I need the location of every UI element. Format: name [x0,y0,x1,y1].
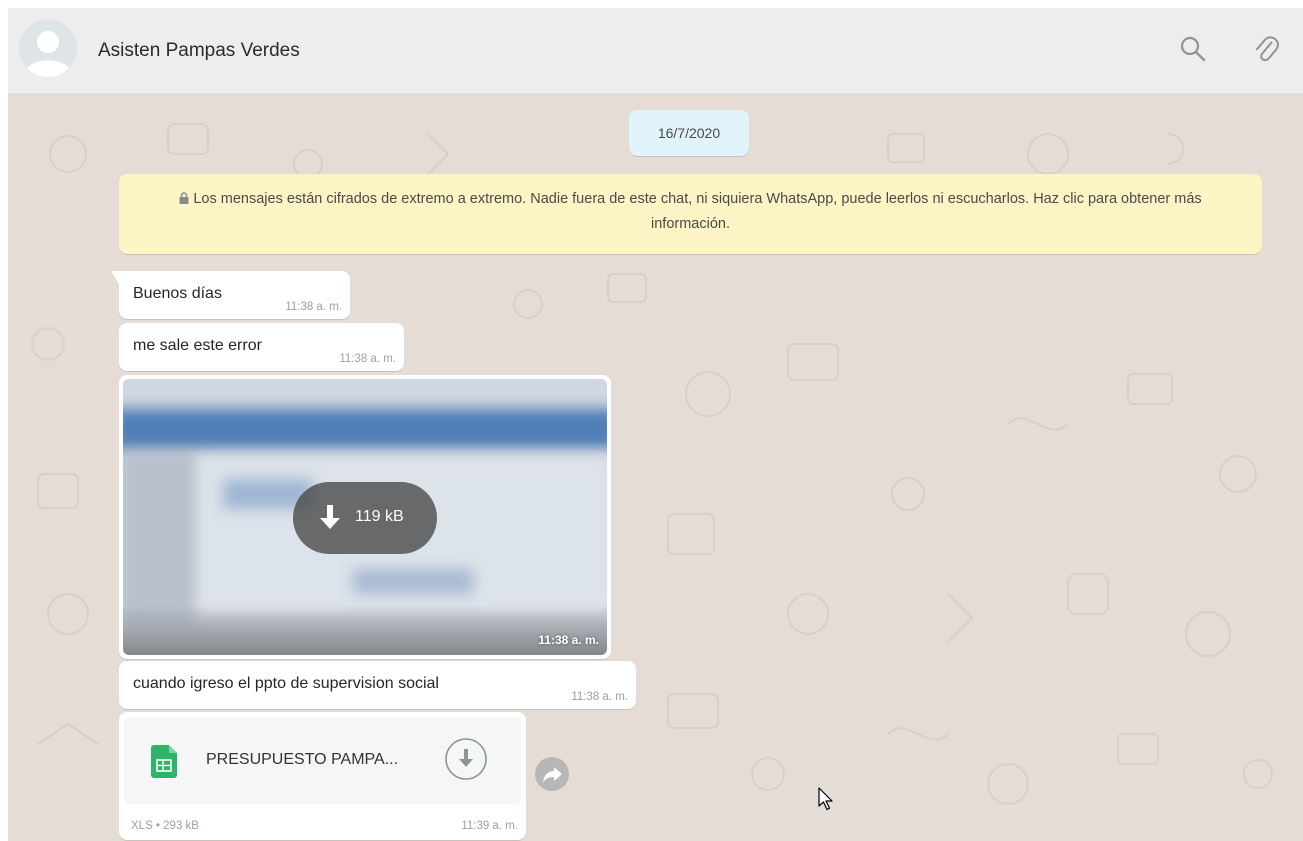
forward-button[interactable] [535,757,569,791]
document-message[interactable]: PRESUPUESTO PAMPA... XLS • 293 kB 11:39 … [119,712,526,840]
message-bubble[interactable]: me sale este error 11:38 a. m. [119,323,404,371]
whatsapp-chat-window: Asisten Pampas Verdes 16/7/2020 Los mens… [8,8,1303,841]
blurred-image-preview[interactable]: 119 kB 11:38 a. m. [123,379,607,655]
document-card[interactable]: PRESUPUESTO PAMPA... [124,717,521,804]
encryption-notice[interactable]: Los mensajes están cifrados de extremo a… [119,174,1262,254]
document-download-icon[interactable] [444,737,488,781]
chat-header: Asisten Pampas Verdes [8,8,1303,94]
default-avatar-icon [19,19,77,77]
message-bubble[interactable]: Buenos días 11:38 a. m. [111,271,350,319]
image-size-label: 119 kB [355,508,404,525]
bubble-tail [111,271,119,284]
contact-avatar[interactable] [19,19,77,77]
message-time: 11:38 a. m. [285,301,342,313]
xls-file-icon [151,745,177,778]
message-text: me sale este error [133,337,262,354]
date-separator: 16/7/2020 [629,110,749,156]
document-meta: XLS • 293 kB [131,820,199,832]
forward-icon [543,767,562,783]
contact-name[interactable]: Asisten Pampas Verdes [98,40,300,62]
attach-icon[interactable] [1251,34,1281,64]
download-arrow-icon [320,505,340,529]
chat-background: 16/7/2020 Los mensajes están cifrados de… [8,94,1303,841]
image-bottom-gradient [123,605,607,655]
search-icon[interactable] [1178,34,1208,64]
image-message[interactable]: 119 kB 11:38 a. m. [119,375,611,659]
document-time: 11:39 a. m. [461,820,518,832]
mouse-cursor-icon [818,787,833,811]
message-text: Buenos días [133,285,222,302]
image-time: 11:38 a. m. [538,633,599,647]
message-text: cuando igreso el ppto de supervision soc… [133,675,439,692]
message-time: 11:38 a. m. [339,353,396,365]
encryption-notice-text: Los mensajes están cifrados de extremo a… [193,191,1202,232]
message-time: 11:38 a. m. [571,691,628,703]
message-bubble[interactable]: cuando igreso el ppto de supervision soc… [119,661,636,709]
lock-icon [179,192,189,204]
image-download-button[interactable]: 119 kB [293,482,437,554]
document-filename: PRESUPUESTO PAMPA... [206,751,399,768]
